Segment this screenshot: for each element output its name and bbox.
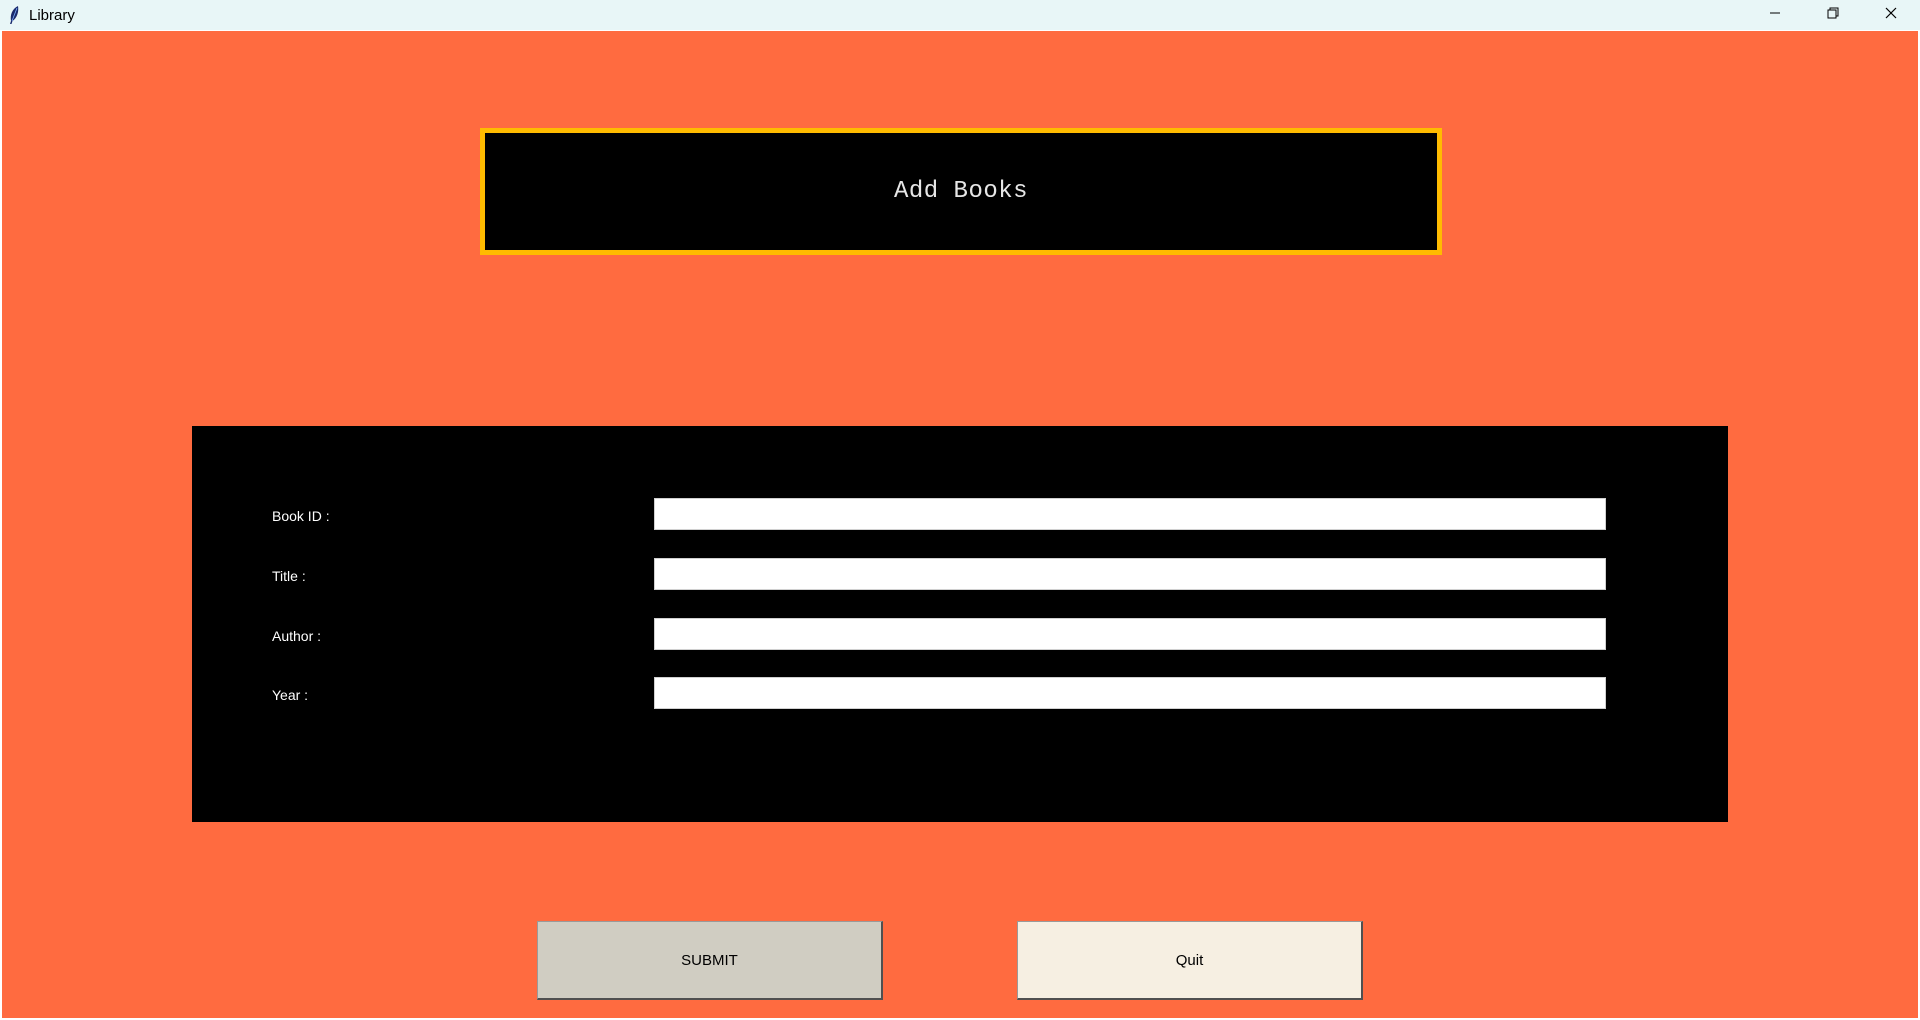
year-input[interactable]: [654, 677, 1606, 709]
window-title: Library: [29, 6, 75, 24]
close-icon: [1885, 6, 1897, 24]
main-canvas: Add Books Book ID : Title : Author : Yea…: [2, 31, 1918, 1018]
author-input[interactable]: [654, 618, 1606, 650]
heading-frame: Add Books: [480, 128, 1442, 255]
book-id-input[interactable]: [654, 498, 1606, 530]
book-id-label: Book ID :: [272, 508, 330, 524]
close-button[interactable]: [1862, 0, 1920, 30]
year-label: Year :: [272, 687, 309, 703]
restore-button[interactable]: [1804, 0, 1862, 30]
title-bar[interactable]: Library: [0, 0, 1920, 30]
form-panel: Book ID : Title : Author : Year :: [192, 426, 1728, 822]
minimize-button[interactable]: [1746, 0, 1804, 30]
app-window: Library Add Books Book ID: Title: Auth…: [0, 0, 1920, 1020]
title-input[interactable]: [654, 558, 1606, 590]
quit-button[interactable]: Quit: [1017, 921, 1363, 1000]
minimize-icon: [1769, 6, 1781, 24]
page-title: Add Books: [893, 178, 1029, 205]
window-controls: [1746, 0, 1920, 30]
submit-button[interactable]: SUBMIT: [537, 921, 883, 1000]
feather-icon: [6, 5, 22, 25]
restore-icon: [1827, 6, 1839, 24]
title-label: Title :: [272, 568, 306, 584]
author-label: Author :: [272, 628, 322, 644]
